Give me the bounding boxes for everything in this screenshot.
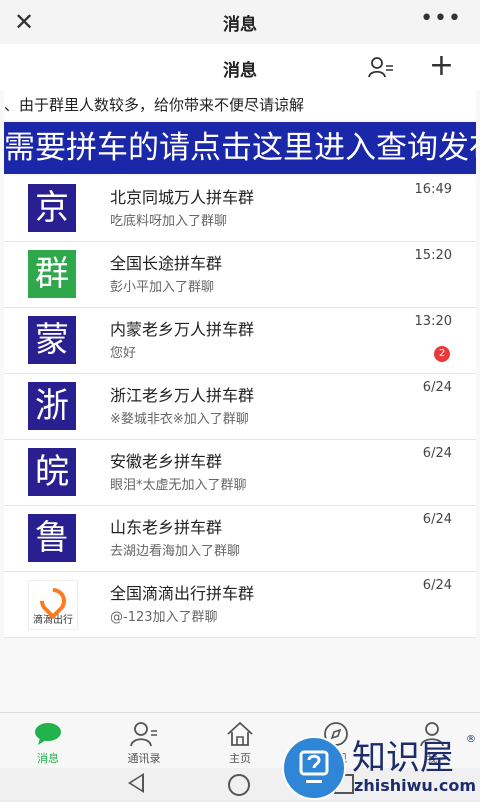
more-icon[interactable]: ••• xyxy=(420,6,462,31)
message-time: 13:20 xyxy=(414,314,452,329)
watermark-url: zhishiwu.com xyxy=(354,776,476,795)
group-name: 内蒙老乡万人拼车群 xyxy=(110,320,255,339)
tab-label: 主页 xyxy=(229,752,251,765)
watermark-text: 知识屋 xyxy=(352,738,454,778)
tab-label: 通讯录 xyxy=(127,752,161,765)
window-title: 消息 xyxy=(223,14,257,35)
carpool-banner[interactable]: 需要拼车的请点击这里进入查询发布 xyxy=(4,122,476,174)
chat-list: 京 北京同城万人拼车群 吃底料呀加入了群聊 16:49 群 全国长途拼车群 彭小… xyxy=(4,176,476,638)
tab-messages[interactable]: 消息 xyxy=(0,713,96,769)
tab-label: 消息 xyxy=(37,752,59,765)
group-name: 全国长途拼车群 xyxy=(110,254,223,273)
last-message: 彭小平加入了群聊 xyxy=(110,280,215,295)
chat-item[interactable]: 滴滴出行 全国滴滴出行拼车群 @-123加入了群聊 6/24 xyxy=(4,572,476,638)
registered-mark: ® xyxy=(466,734,476,745)
plus-icon[interactable]: + xyxy=(429,48,454,83)
last-message: @-123加入了群聊 xyxy=(110,610,218,625)
last-message: 眼泪*太虚无加入了群聊 xyxy=(110,478,247,493)
tab-contacts[interactable]: 通讯录 xyxy=(96,713,192,769)
page-title: 消息 xyxy=(223,61,257,81)
chat-item[interactable]: 浙 浙江老乡万人拼车群 ※婺城非衣※加入了群聊 6/24 xyxy=(4,374,476,440)
home-icon xyxy=(227,721,253,746)
message-time: 6/24 xyxy=(422,512,452,527)
chat-icon xyxy=(35,723,61,745)
group-name: 安徽老乡拼车群 xyxy=(110,452,223,471)
back-icon[interactable] xyxy=(128,773,144,793)
last-message: 您好 xyxy=(110,346,137,361)
message-time: 15:20 xyxy=(414,248,452,263)
top-bar: ✕ 消息 ••• xyxy=(0,0,480,44)
home-circle-icon[interactable] xyxy=(228,774,250,796)
last-message: ※婺城非衣※加入了群聊 xyxy=(110,412,249,427)
message-time: 16:49 xyxy=(414,182,452,197)
chat-item[interactable]: 蒙 内蒙老乡万人拼车群 您好 13:20 2 xyxy=(4,308,476,374)
message-time: 6/24 xyxy=(422,578,452,593)
question-monitor-icon xyxy=(299,750,329,783)
close-icon[interactable]: ✕ xyxy=(14,8,34,36)
watermark-question-icon xyxy=(282,736,346,800)
chat-item[interactable]: 鲁 山东老乡拼车群 去湖边看海加入了群聊 6/24 xyxy=(4,506,476,572)
last-message: 吃底料呀加入了群聊 xyxy=(110,214,228,229)
contacts-icon[interactable] xyxy=(368,56,394,78)
group-avatar: 蒙 xyxy=(28,316,76,364)
last-message: 去湖边看海加入了群聊 xyxy=(110,544,241,559)
didi-ring-icon xyxy=(34,582,72,620)
message-time: 6/24 xyxy=(422,380,452,395)
notice-text: 、由于群里人数较多，给你带来不便尽请谅解 xyxy=(4,90,476,120)
didi-logo: 滴滴出行 xyxy=(28,580,78,630)
group-avatar: 京 xyxy=(28,184,76,232)
sub-header: 消息 + xyxy=(0,44,480,90)
contacts-icon xyxy=(130,722,157,747)
group-name: 全国滴滴出行拼车群 xyxy=(110,584,255,603)
group-avatar: 群 xyxy=(28,250,76,298)
group-name: 北京同城万人拼车群 xyxy=(110,188,255,207)
group-avatar: 皖 xyxy=(28,448,76,496)
group-name: 浙江老乡万人拼车群 xyxy=(110,386,255,405)
chat-item[interactable]: 京 北京同城万人拼车群 吃底料呀加入了群聊 16:49 xyxy=(4,176,476,242)
unread-badge: 2 xyxy=(434,346,450,362)
group-avatar: 鲁 xyxy=(28,514,76,562)
chat-item[interactable]: 皖 安徽老乡拼车群 眼泪*太虚无加入了群聊 6/24 xyxy=(4,440,476,506)
message-time: 6/24 xyxy=(422,446,452,461)
chat-item[interactable]: 群 全国长途拼车群 彭小平加入了群聊 15:20 xyxy=(4,242,476,308)
group-avatar: 浙 xyxy=(28,382,76,430)
group-name: 山东老乡拼车群 xyxy=(110,518,223,537)
watermark-logo: 知识屋 ® zhishiwu.com xyxy=(280,728,480,800)
tab-home[interactable]: 主页 xyxy=(192,713,288,769)
